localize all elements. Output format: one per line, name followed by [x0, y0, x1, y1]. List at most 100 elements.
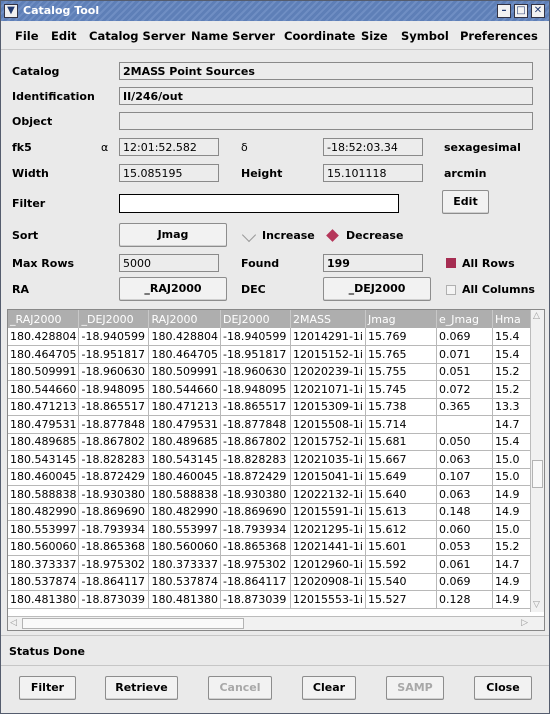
column-header[interactable]: _RAJ2000 — [8, 310, 80, 328]
decrease-radio[interactable] — [326, 229, 339, 242]
menu-name-server[interactable]: Name Server — [191, 29, 275, 43]
table-cell: 15.592 — [365, 555, 437, 574]
scroll-right-icon[interactable]: ▷ — [521, 618, 528, 628]
coordinate-format-label[interactable]: sexagesimal — [444, 141, 521, 154]
close-icon[interactable]: ✕ — [531, 4, 545, 18]
horizontal-scroll-thumb[interactable] — [22, 618, 244, 629]
menu-preferences[interactable]: Preferences — [460, 29, 538, 43]
table-row[interactable]: 180.464705 -18.951817 180.464705 -18.951817… — [8, 345, 537, 364]
sort-column-button[interactable]: Jmag — [119, 223, 227, 247]
all-columns-checkbox[interactable] — [446, 285, 456, 295]
menu-file[interactable]: File — [15, 29, 39, 43]
table-row[interactable]: 180.428804 -18.940599 180.428804 -18.940599… — [8, 328, 537, 346]
table-row[interactable]: 180.482990 -18.869690 180.482990 -18.869690… — [8, 503, 537, 521]
object-label: Object — [12, 115, 53, 128]
samp-button[interactable]: SAMP — [386, 676, 444, 700]
table-cell: 0.148 — [436, 503, 493, 521]
table-cell: 12022132-1i — [290, 485, 366, 504]
column-header[interactable]: RAJ2000 — [148, 310, 221, 328]
horizontal-scrollbar[interactable]: ◁ ▷ — [8, 616, 544, 630]
width-input[interactable]: 15.085195 — [119, 164, 219, 182]
dec-column-button[interactable]: _DEJ2000 — [323, 277, 431, 301]
table-row[interactable]: 180.460045 -18.872429 180.460045 -18.872429… — [8, 468, 537, 486]
max-rows-input[interactable]: 5000 — [119, 254, 219, 272]
table-cell: -18.930380 — [78, 485, 150, 504]
table-cell: 180.544660 — [8, 380, 80, 399]
chevron-down-icon[interactable]: ▼ — [4, 4, 18, 18]
identification-field[interactable]: II/246/out — [119, 87, 533, 105]
menu-symbol[interactable]: Symbol — [401, 29, 449, 43]
sort-label: Sort — [12, 229, 39, 242]
height-input[interactable]: 15.101118 — [323, 164, 423, 182]
table-cell: 0.071 — [436, 345, 493, 364]
coordinate-system-label: fk5 — [12, 141, 32, 154]
table-cell: 180.544660 — [148, 380, 221, 399]
delta-symbol: δ — [241, 141, 248, 154]
status-label: Status — [9, 645, 50, 658]
table-row[interactable]: 180.560060 -18.865368 180.560060 -18.865368… — [8, 538, 537, 556]
table-cell: 180.428804 — [8, 328, 80, 346]
vertical-scrollbar[interactable]: △ ▽ — [530, 310, 544, 612]
table-cell: -18.940599 — [220, 328, 291, 346]
table-row[interactable]: 180.489685 -18.867802 180.489685 -18.867802… — [8, 433, 537, 451]
results-table[interactable]: _RAJ2000 _DEJ2000 RAJ2000 DEJ2000 2MASS Jmag e… — [7, 309, 545, 631]
table-cell: -18.948095 — [220, 380, 291, 399]
increase-radio[interactable] — [241, 227, 257, 243]
table-cell: 180.489685 — [148, 433, 221, 451]
clear-button[interactable]: Clear — [302, 676, 356, 700]
table-row[interactable]: 180.479531 -18.877848 180.479531 -18.877848… — [8, 415, 537, 434]
menu-edit[interactable]: Edit — [51, 29, 77, 43]
scroll-up-icon[interactable]: △ — [533, 311, 540, 321]
cancel-button[interactable]: Cancel — [208, 676, 272, 700]
table-cell: 15.527 — [365, 590, 437, 609]
catalog-field[interactable]: 2MASS Point Sources — [119, 62, 533, 80]
table-cell: -18.872429 — [78, 468, 150, 486]
table-row[interactable]: 180.373337 -18.975302 180.373337 -18.975302… — [8, 555, 537, 574]
table-cell: 12014291-1i — [290, 328, 366, 346]
close-button[interactable]: Close — [474, 676, 532, 700]
ra-column-button[interactable]: _RAJ2000 — [119, 277, 227, 301]
table-cell: 12012960-1i — [290, 555, 366, 574]
table-cell: 12020908-1i — [290, 573, 366, 591]
menu-catalog-server[interactable]: Catalog Server — [89, 29, 185, 43]
title-bar: ▼ Catalog Tool – □ ✕ — [1, 1, 549, 21]
edit-button[interactable]: Edit — [442, 190, 489, 214]
table-row[interactable]: 180.543145 -18.828283 180.543145 -18.828283… — [8, 450, 537, 469]
table-cell: -18.951817 — [78, 345, 150, 364]
menu-size[interactable]: Size — [361, 29, 388, 43]
table-row[interactable]: 180.537874 -18.864117 180.537874 -18.864117… — [8, 573, 537, 591]
filter-input[interactable] — [119, 194, 399, 213]
column-header[interactable]: DEJ2000 — [220, 310, 291, 328]
table-cell: 180.481380 — [8, 590, 80, 609]
column-header[interactable]: _DEJ2000 — [78, 310, 150, 328]
table-row[interactable]: 180.553997 -18.793934 180.553997 -18.793934… — [8, 520, 537, 539]
scroll-left-icon[interactable]: ◁ — [10, 618, 17, 628]
minimize-icon[interactable]: – — [497, 4, 511, 18]
table-row[interactable]: 180.509991 -18.960630 180.509991 -18.960630… — [8, 363, 537, 381]
table-row[interactable]: 180.544660 -18.948095 180.544660 -18.948095… — [8, 380, 537, 399]
vertical-scroll-thumb[interactable] — [532, 460, 543, 488]
table-row[interactable]: 180.471213 -18.865517 180.471213 -18.865517… — [8, 398, 537, 416]
maximize-icon[interactable]: □ — [514, 4, 528, 18]
found-count: 199 — [323, 254, 423, 272]
table-row[interactable]: 180.481380 -18.873039 180.481380 -18.873039… — [8, 590, 537, 609]
filter-button[interactable]: Filter — [19, 676, 76, 700]
scroll-down-icon[interactable]: ▽ — [533, 600, 540, 610]
column-header[interactable]: 2MASS — [290, 310, 366, 328]
column-header[interactable]: e_Jmag — [436, 310, 493, 328]
table-cell: 0.053 — [436, 538, 493, 556]
retrieve-button[interactable]: Retrieve — [105, 676, 178, 700]
table-cell: 15.765 — [365, 345, 437, 364]
size-unit-label[interactable]: arcmin — [444, 167, 486, 180]
ra-input[interactable]: 12:01:52.582 — [119, 138, 219, 156]
table-cell: 180.373337 — [8, 555, 80, 574]
table-row[interactable]: 180.588838 -18.930380 180.588838 -18.930380… — [8, 485, 537, 504]
column-header[interactable]: Jmag — [365, 310, 437, 328]
dec-input[interactable]: -18:52:03.34 — [323, 138, 423, 156]
table-cell: 12015553-1i — [290, 590, 366, 609]
table-cell: -18.864117 — [220, 573, 291, 591]
all-rows-checkbox[interactable] — [446, 258, 456, 268]
object-field[interactable] — [119, 112, 533, 130]
table-cell: 15.649 — [365, 468, 437, 486]
menu-coordinate[interactable]: Coordinate — [284, 29, 355, 43]
